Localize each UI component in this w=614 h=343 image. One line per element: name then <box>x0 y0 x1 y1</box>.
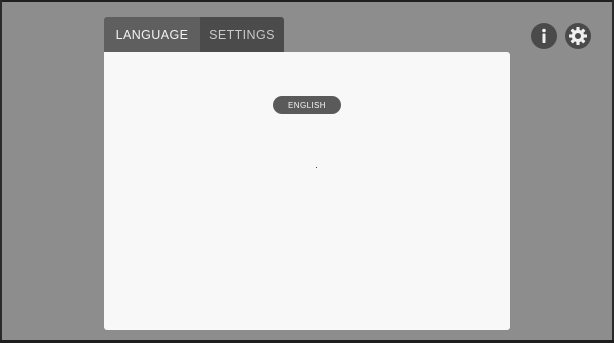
gear-icon <box>569 27 587 45</box>
tab-settings[interactable]: SETTINGS <box>200 17 284 52</box>
settings-button[interactable] <box>565 23 591 49</box>
app-screen: LANGUAGE SETTINGS ENGLISH <box>0 0 614 343</box>
panel-dot <box>316 167 317 168</box>
info-icon <box>542 28 546 43</box>
language-panel: ENGLISH <box>104 52 510 330</box>
language-english-button[interactable]: ENGLISH <box>273 96 341 114</box>
frame-left-border <box>0 0 2 343</box>
info-button[interactable] <box>531 23 557 49</box>
frame-top-border <box>0 0 614 2</box>
tab-language[interactable]: LANGUAGE <box>104 17 200 52</box>
tab-bar: LANGUAGE SETTINGS <box>104 17 284 52</box>
